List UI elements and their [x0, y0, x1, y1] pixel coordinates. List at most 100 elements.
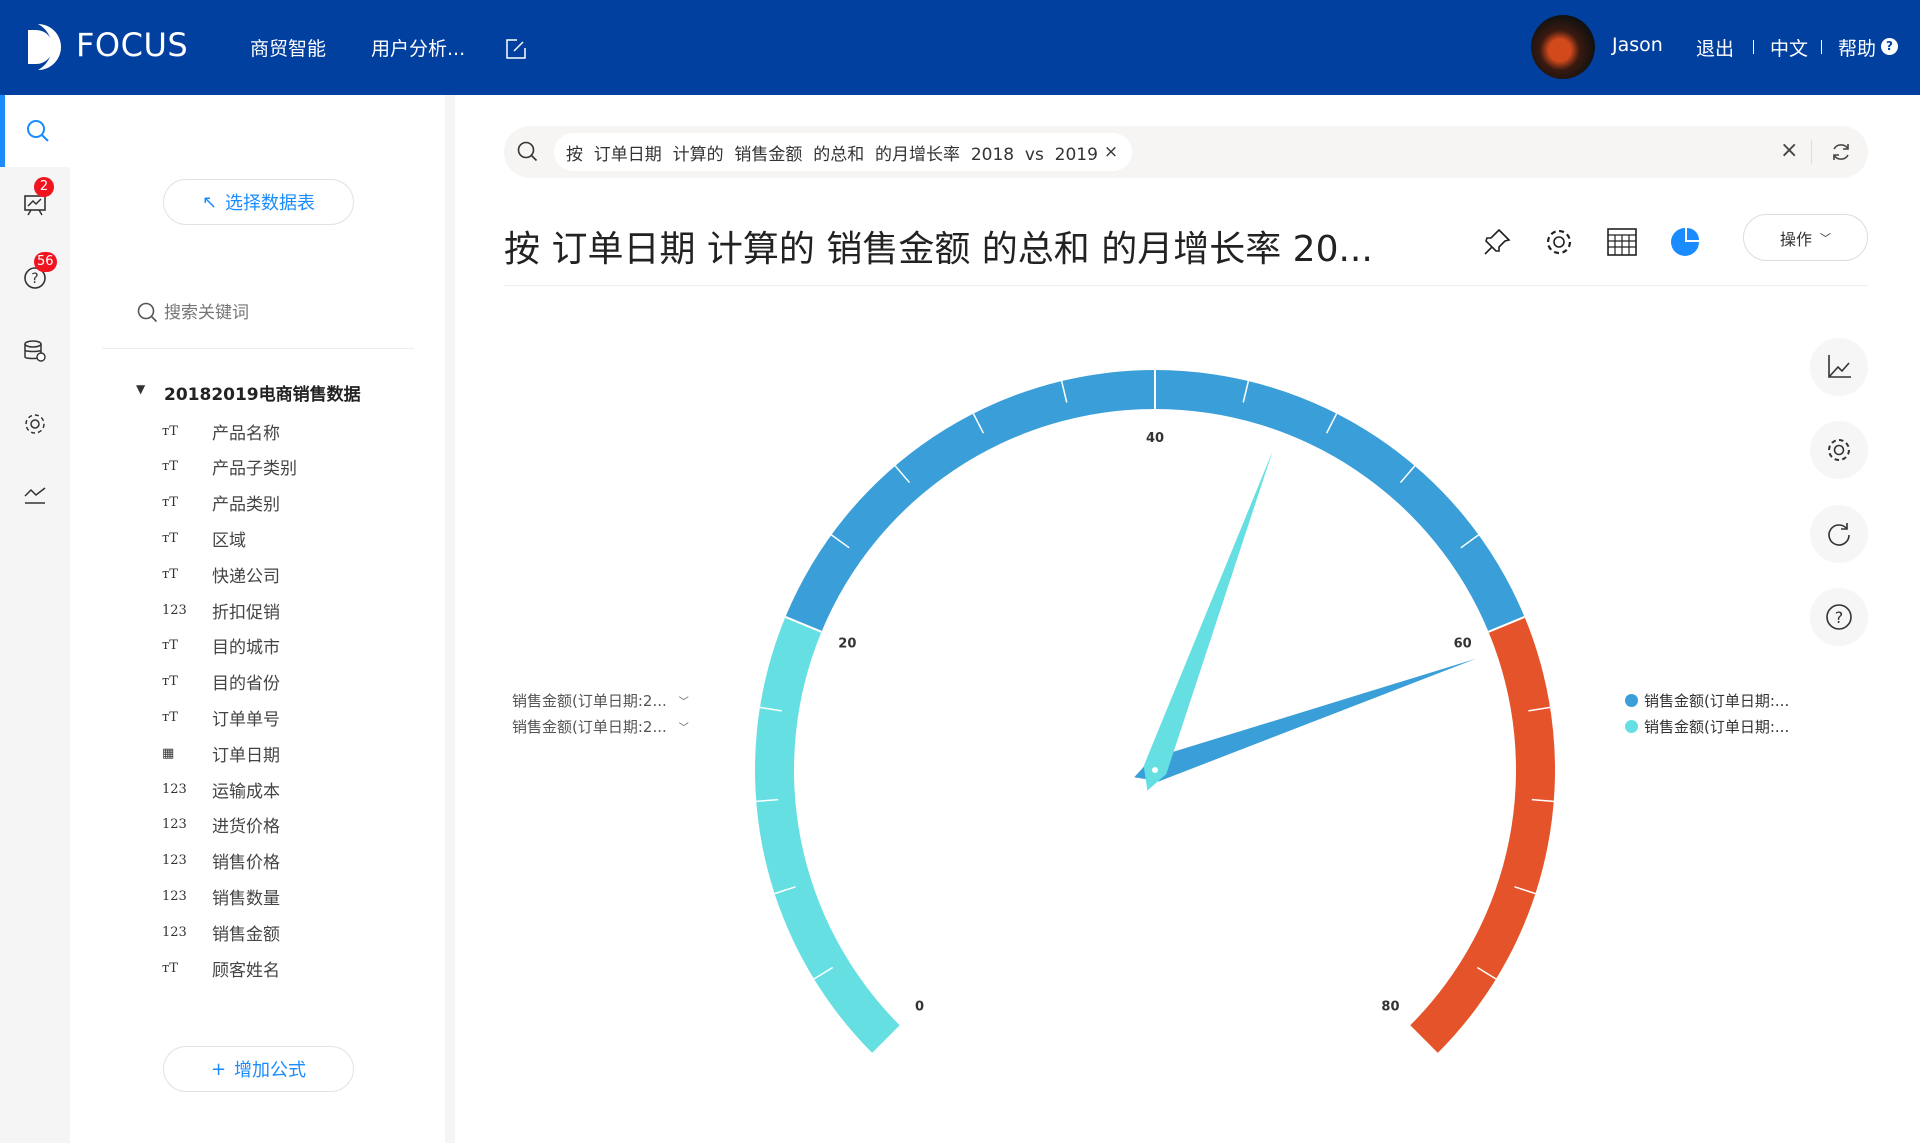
gauge-tick	[1242, 380, 1250, 403]
field-label: 折扣促销	[212, 602, 280, 623]
gauge-tick	[1514, 886, 1536, 895]
chart-help-button[interactable]: ?	[1810, 588, 1868, 646]
series-selector-1[interactable]: 销售金额(订单日期:2... ﹀	[512, 690, 689, 711]
sidebar-settings[interactable]	[0, 388, 70, 460]
database-settings-icon	[24, 340, 46, 362]
pin-button[interactable]	[1477, 222, 1517, 262]
question-icon: ?	[1826, 604, 1852, 630]
add-formula-button[interactable]: + 增加公式	[163, 1046, 354, 1092]
legend-dot	[1625, 720, 1638, 733]
gauge-band	[785, 370, 1525, 632]
chart-type-button[interactable]	[1665, 222, 1705, 262]
field-item[interactable]: 123 销售价格	[162, 844, 280, 878]
legend-item-2[interactable]: 销售金额(订单日期:...	[1625, 716, 1789, 737]
svg-text:?: ?	[31, 271, 38, 287]
refresh-icon[interactable]	[1830, 141, 1852, 163]
operations-dropdown[interactable]: 操作 ﹀	[1743, 214, 1868, 261]
field-label: 区域	[212, 530, 246, 551]
gauge-needle	[1134, 658, 1477, 782]
axis-icon	[1828, 355, 1851, 378]
nav-user-analysis[interactable]: 用户分析...	[371, 34, 465, 61]
field-search-input[interactable]	[164, 298, 404, 328]
select-table-button[interactable]: ↖ 选择数据表	[163, 179, 354, 225]
query-text: 按 订单日期 计算的 销售金额 的总和 的月增长率 2018 vs 2019	[566, 144, 1098, 165]
username[interactable]: Jason	[1612, 34, 1663, 56]
text-type-icon: ᴛT	[162, 459, 178, 475]
gauge-tick	[756, 798, 779, 803]
logout-link[interactable]: 退出	[1696, 34, 1734, 61]
field-item[interactable]: ▦ 订单日期	[162, 736, 280, 770]
pie-chart-icon	[1671, 228, 1699, 256]
reload-button[interactable]	[1810, 505, 1868, 563]
svg-text:?: ?	[1835, 608, 1844, 627]
chevron-down-icon: ﹀	[678, 723, 689, 734]
gauge-tick-label: 60	[1454, 637, 1472, 652]
trend-line-icon	[24, 487, 46, 504]
sidebar-board[interactable]: 2	[0, 167, 70, 239]
field-item[interactable]: ᴛT 产品子类别	[162, 450, 297, 484]
settings-button[interactable]	[1539, 222, 1579, 262]
field-item[interactable]: ᴛT 顾客姓名	[162, 951, 280, 985]
add-formula-label: 增加公式	[234, 1060, 307, 1081]
field-item[interactable]: ᴛT 订单单号	[162, 700, 280, 734]
field-item[interactable]: 123 销售数量	[162, 879, 280, 913]
remove-query-icon[interactable]: ×	[1104, 142, 1118, 162]
series-selector-2[interactable]: 销售金额(订单日期:2... ﹀	[512, 716, 689, 737]
gauge-tick	[1060, 380, 1068, 403]
collapse-triangle-icon[interactable]: ▼	[136, 382, 145, 396]
sidebar-trends[interactable]	[0, 459, 70, 531]
logo-text: FOCUS	[76, 26, 189, 64]
text-type-icon: ᴛT	[162, 638, 178, 654]
field-item[interactable]: 123 销售金额	[162, 915, 280, 949]
sidebar-search[interactable]	[0, 95, 70, 167]
chart-settings-button[interactable]	[1810, 421, 1868, 479]
field-label: 产品名称	[212, 423, 280, 444]
language-switch[interactable]: 中文	[1770, 34, 1808, 61]
gauge-split-line	[1488, 616, 1525, 633]
gauge-tick-label: 80	[1381, 999, 1399, 1014]
field-item[interactable]: ᴛT 目的城市	[162, 629, 280, 663]
edit-icon[interactable]	[505, 38, 527, 60]
help-icon[interactable]: ?	[1881, 38, 1898, 55]
field-item[interactable]: ᴛT 产品类别	[162, 486, 280, 520]
gauge-tick	[1399, 465, 1416, 484]
field-item[interactable]: ᴛT 目的省份	[162, 665, 280, 699]
table-view-button[interactable]	[1602, 222, 1642, 262]
gauge-tick	[1476, 966, 1497, 980]
field-item[interactable]: 123 运输成本	[162, 772, 280, 806]
sidebar-data[interactable]	[0, 315, 70, 387]
text-type-icon: ᴛT	[162, 423, 178, 439]
avatar[interactable]	[1531, 15, 1595, 79]
field-item[interactable]: ᴛT 产品名称	[162, 414, 280, 448]
number-type-icon: 123	[162, 888, 187, 904]
sidebar-questions[interactable]: ? 56	[0, 242, 70, 314]
field-label: 产品子类别	[212, 459, 297, 480]
field-label: 订单单号	[212, 709, 280, 730]
gauge-tick	[972, 413, 985, 434]
text-type-icon: ᴛT	[162, 495, 178, 511]
gear-icon	[1546, 229, 1572, 255]
field-label: 销售数量	[212, 888, 280, 909]
calendar-icon: ▦	[162, 745, 175, 761]
gauge-tick-label: 20	[838, 637, 856, 652]
legend-item-1[interactable]: 销售金额(订单日期:...	[1625, 690, 1789, 711]
chevron-down-icon: ﹀	[678, 697, 689, 708]
query-chip[interactable]: 按 订单日期 计算的 销售金额 的总和 的月增长率 2018 vs 2019 ×	[554, 133, 1133, 171]
clear-search-icon[interactable]: ×	[1780, 138, 1798, 163]
field-item[interactable]: 123 折扣促销	[162, 593, 280, 627]
text-type-icon: ᴛT	[162, 960, 178, 976]
board-badge: 2	[34, 177, 54, 197]
nav-business-intelligence[interactable]: 商贸智能	[250, 34, 326, 61]
field-item[interactable]: 123 进货价格	[162, 808, 280, 842]
reload-icon	[1828, 523, 1850, 546]
search-icon	[517, 141, 538, 162]
gauge-tick	[813, 966, 834, 980]
field-item[interactable]: ᴛT 快递公司	[162, 557, 280, 591]
field-item[interactable]: ᴛT 区域	[162, 521, 246, 555]
gauge-tick	[1531, 798, 1554, 803]
dataset-name[interactable]: 20182019电商销售数据	[164, 380, 361, 405]
axis-button[interactable]	[1810, 338, 1868, 396]
text-type-icon: ᴛT	[162, 530, 178, 546]
separator	[1811, 140, 1812, 164]
help-link[interactable]: 帮助	[1838, 34, 1876, 61]
